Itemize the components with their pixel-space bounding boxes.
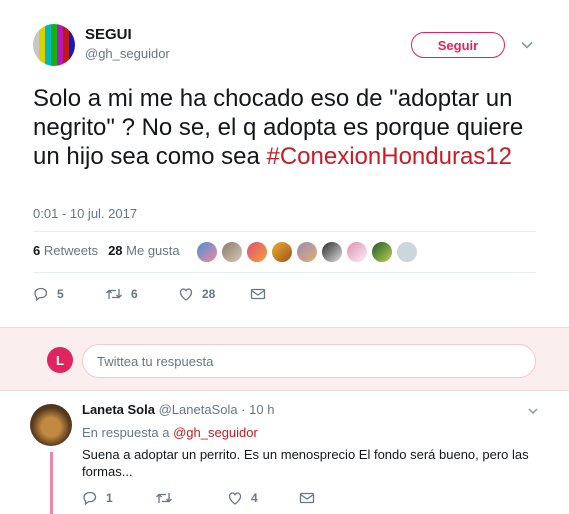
reply-count: 5 xyxy=(57,287,64,301)
like-action[interactable]: 4 xyxy=(227,490,258,506)
chevron-down-icon[interactable] xyxy=(520,38,534,52)
heart-icon xyxy=(228,492,242,505)
liker-avatar[interactable] xyxy=(271,241,293,263)
liker-avatar[interactable] xyxy=(396,241,418,263)
retweet-icon xyxy=(106,289,122,299)
retweet-count: 6 xyxy=(131,287,138,301)
reply-action[interactable]: 1 xyxy=(82,490,113,506)
retweet-action[interactable] xyxy=(155,490,181,506)
like-count: 4 xyxy=(251,491,258,505)
follow-button[interactable]: Seguir xyxy=(411,32,505,58)
reply-icon xyxy=(34,287,48,302)
liker-avatar[interactable] xyxy=(221,241,243,263)
liker-avatar[interactable] xyxy=(196,241,218,263)
user-avatar[interactable]: L xyxy=(47,347,73,373)
reply-text: Suena a adoptar un perrito. Es un menosp… xyxy=(82,447,529,479)
author-avatar[interactable] xyxy=(33,24,75,66)
chevron-down-icon[interactable] xyxy=(527,405,539,417)
heart-icon xyxy=(179,288,193,301)
reply-count: 1 xyxy=(106,491,113,505)
reply-compose: L Twittea tu respuesta xyxy=(0,327,569,391)
reply-header: Laneta Sola @LanetaSola · 10 h xyxy=(82,402,274,417)
liker-avatar[interactable] xyxy=(296,241,318,263)
retweets-stat[interactable]: 6 Retweets xyxy=(33,243,98,258)
envelope-icon xyxy=(299,492,315,504)
thread-line xyxy=(50,452,53,514)
author-name[interactable]: SEGUI xyxy=(85,26,132,43)
in-reply-mention[interactable]: @gh_seguidor xyxy=(173,425,258,440)
liker-avatar[interactable] xyxy=(346,241,368,263)
retweet-action[interactable]: 6 xyxy=(105,286,138,302)
like-action[interactable]: 28 xyxy=(178,286,215,302)
reply-author-avatar[interactable] xyxy=(30,404,72,446)
likes-label: Me gusta xyxy=(126,243,180,258)
tweet-stats: 6 Retweets 28 Me gusta xyxy=(33,243,180,258)
reply-input[interactable]: Twittea tu respuesta xyxy=(82,344,536,378)
tweet-actions: 5 6 28 xyxy=(33,286,283,304)
like-count: 28 xyxy=(202,287,216,301)
in-reply-prefix: En respuesta a xyxy=(82,425,170,440)
reply-time[interactable]: · 10 h xyxy=(241,402,274,417)
liker-avatar[interactable] xyxy=(371,241,393,263)
retweet-icon xyxy=(156,493,172,503)
liker-avatar[interactable] xyxy=(321,241,343,263)
envelope-icon xyxy=(250,288,266,300)
divider xyxy=(33,231,536,232)
in-reply-to: En respuesta a @gh_seguidor xyxy=(82,425,258,440)
tweet-hashtag[interactable]: #ConexionHonduras12 xyxy=(266,143,512,170)
main-tweet: SEGUI @gh_seguidor Seguir Solo a mi me h… xyxy=(0,0,569,326)
tweet-timestamp[interactable]: 0:01 - 10 jul. 2017 xyxy=(33,206,137,221)
reply-actions: 1 4 xyxy=(82,490,382,508)
tweet-text: Solo a mi me ha chocado eso de "adoptar … xyxy=(33,84,543,171)
dm-action[interactable] xyxy=(250,286,266,302)
reply-icon xyxy=(83,491,97,506)
reply-author-name[interactable]: Laneta Sola xyxy=(82,402,155,417)
likes-count: 28 xyxy=(108,243,123,258)
reply-action[interactable]: 5 xyxy=(33,286,64,302)
author-handle[interactable]: @gh_seguidor xyxy=(85,46,170,61)
likes-stat[interactable]: 28 Me gusta xyxy=(108,243,180,258)
divider xyxy=(33,272,536,273)
liker-avatar[interactable] xyxy=(246,241,268,263)
likers-avatars xyxy=(196,241,418,263)
reply-author-handle[interactable]: @LanetaSola xyxy=(159,402,238,417)
dm-action[interactable] xyxy=(299,490,315,506)
retweets-label: Retweets xyxy=(43,243,99,258)
retweets-count: 6 xyxy=(33,243,41,258)
